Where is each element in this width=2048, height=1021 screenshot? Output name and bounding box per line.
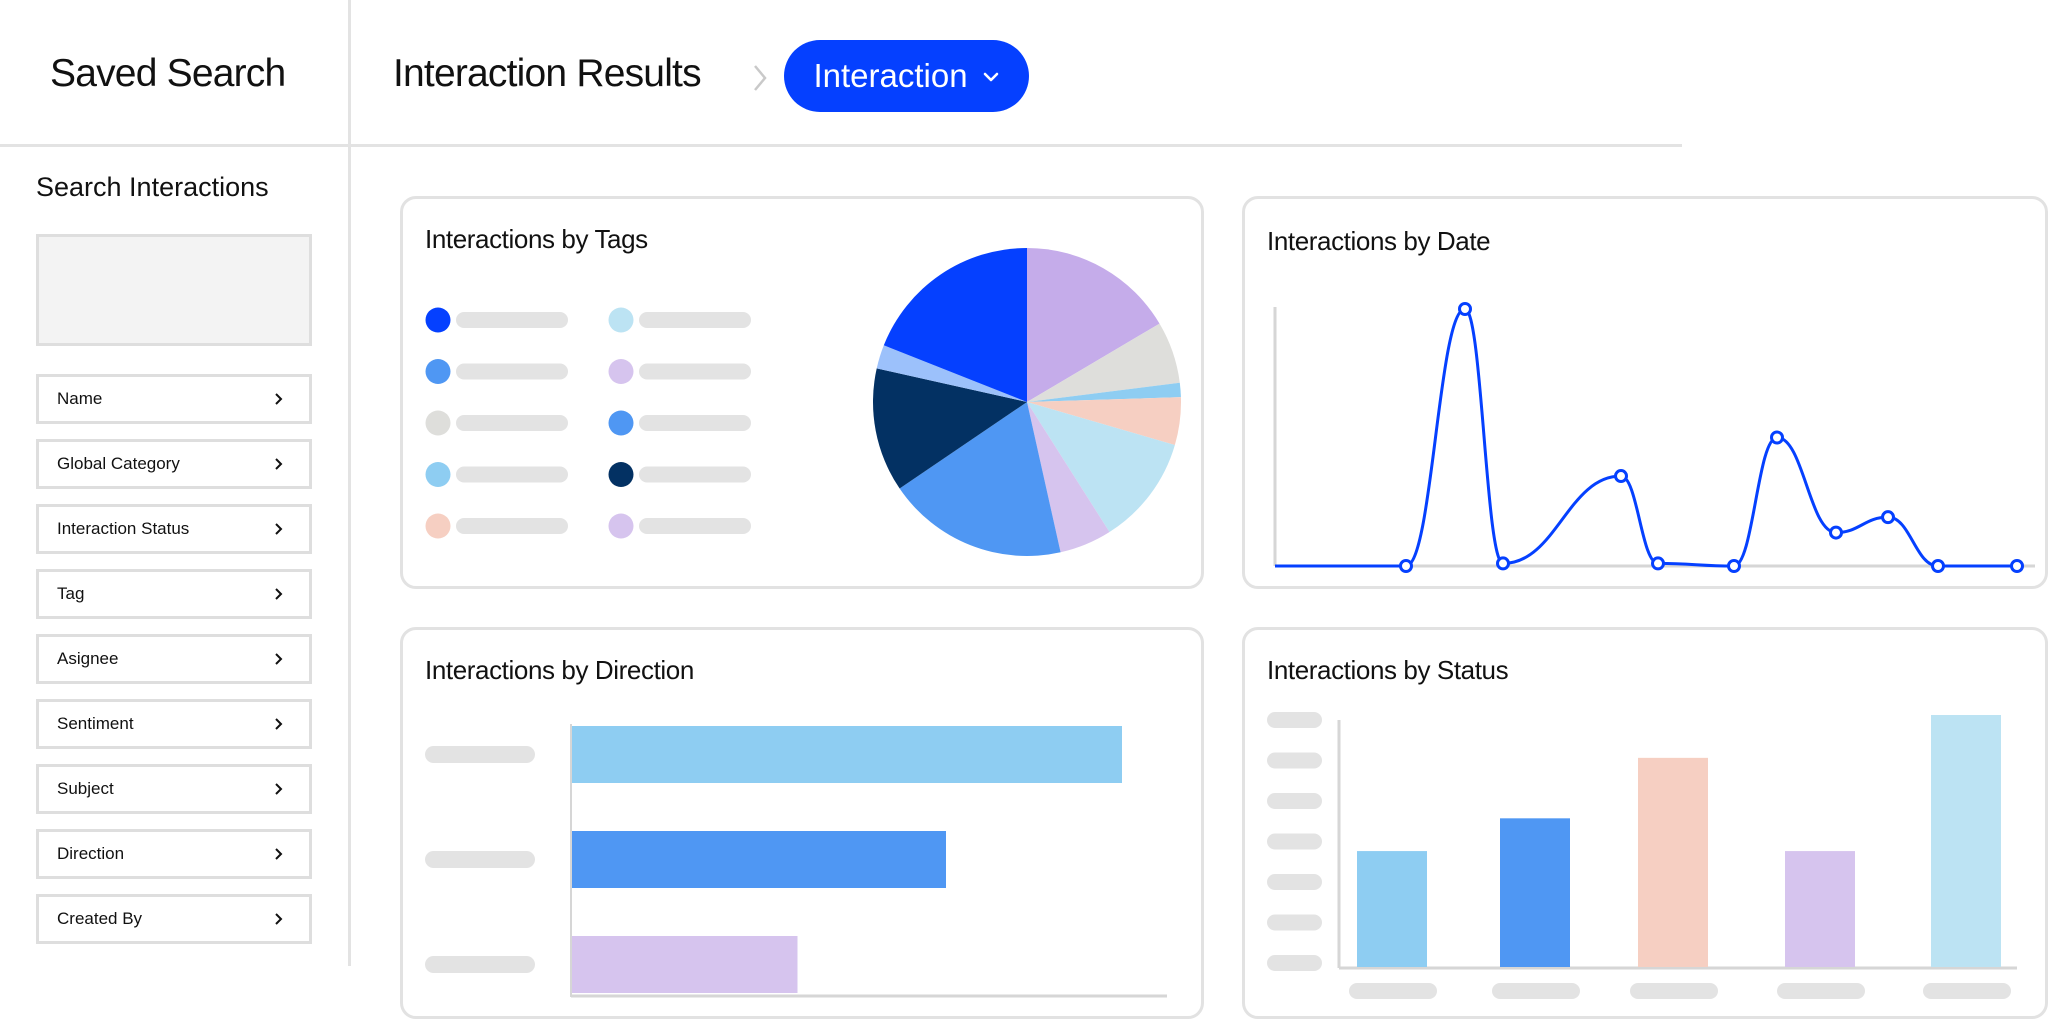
legend-swatch <box>425 462 451 487</box>
data-point <box>1881 510 1895 525</box>
search-input[interactable] <box>36 234 312 346</box>
filter-label: Sentiment <box>57 714 134 733</box>
bar <box>572 936 798 993</box>
chevron-right-icon <box>275 783 283 795</box>
category-label-placeholder <box>425 746 535 763</box>
legend-swatch <box>608 410 634 436</box>
data-point <box>1458 302 1472 316</box>
sidebar-title: Search Interactions <box>36 172 269 202</box>
category-label-placeholder <box>1777 983 1865 999</box>
data-point <box>1727 559 1741 573</box>
chevron-right-icon <box>275 848 283 860</box>
data-point <box>1496 556 1510 571</box>
chevron-right-icon <box>275 913 283 925</box>
category-label-placeholder <box>425 851 535 868</box>
chevron-right-icon <box>275 653 283 665</box>
legend-swatch <box>425 410 451 436</box>
status-chart-card: Interactions by Status <box>1242 627 2048 1019</box>
data-point <box>2010 559 2024 573</box>
chevron-right-icon <box>275 718 283 730</box>
filter-asignee[interactable]: Asignee <box>36 634 312 684</box>
dropdown-label: Interaction <box>813 57 968 94</box>
chevron-right-icon <box>275 523 283 535</box>
legend-label-placeholder <box>639 466 751 483</box>
filter-label: Interaction Status <box>57 519 190 538</box>
filter-tag[interactable]: Tag <box>36 569 312 619</box>
legend-swatch <box>608 462 634 487</box>
category-label-placeholder <box>1630 983 1718 999</box>
legend-label-placeholder <box>639 518 751 534</box>
filter-direction[interactable]: Direction <box>36 829 312 879</box>
page-title: Interaction Results <box>393 52 702 95</box>
data-point <box>1829 525 1843 540</box>
bar <box>1785 851 1855 967</box>
series-line <box>1275 307 2017 568</box>
legend-swatch <box>608 307 634 333</box>
filter-global-category[interactable]: Global Category <box>36 439 312 489</box>
filter-label: Direction <box>57 844 125 863</box>
tick-label-placeholder <box>1267 752 1322 769</box>
legend-swatch <box>425 513 451 539</box>
legend-swatch <box>425 307 451 333</box>
chevron-right-icon <box>275 588 283 600</box>
filter-label: Name <box>57 389 103 408</box>
status-bar-chart <box>1267 712 2017 999</box>
filter-created-by[interactable]: Created By <box>36 894 312 944</box>
direction-bar-chart <box>425 724 1167 998</box>
filter-subject[interactable]: Subject <box>36 764 312 814</box>
filter-sentiment[interactable]: Sentiment <box>36 699 312 749</box>
legend-label-placeholder <box>456 363 568 380</box>
legend-swatch <box>608 359 634 384</box>
tick-label-placeholder <box>1267 914 1322 931</box>
tick-label-placeholder <box>1267 955 1322 971</box>
legend-label-placeholder <box>639 363 751 380</box>
filter-label: Created By <box>57 909 143 928</box>
legend-label-placeholder <box>456 312 568 328</box>
legend-label-placeholder <box>639 312 751 328</box>
direction-chart-card: Interactions by Direction <box>400 627 1204 1019</box>
legend-label-placeholder <box>456 415 568 431</box>
data-point <box>1651 556 1665 571</box>
filter-label: Asignee <box>57 649 119 668</box>
filter-interaction-status[interactable]: Interaction Status <box>36 504 312 554</box>
chevron-right-icon <box>275 458 283 470</box>
chevron-right-icon <box>754 65 767 91</box>
tick-label-placeholder <box>1267 874 1322 890</box>
bar <box>1638 757 1708 967</box>
category-label-placeholder <box>1349 983 1437 999</box>
data-point <box>1399 559 1413 573</box>
tags-pie-chart <box>425 247 1181 556</box>
category-label-placeholder <box>1492 983 1580 999</box>
tick-label-placeholder <box>1267 833 1322 850</box>
chevron-down-icon <box>983 72 998 82</box>
filter-label: Subject <box>57 779 114 798</box>
tags-chart-card: Interactions by Tags <box>400 196 1204 589</box>
app-title: Saved Search <box>50 52 286 95</box>
date-line-chart <box>1273 302 2035 573</box>
data-point <box>1770 430 1784 445</box>
date-chart-card: Interactions by Date <box>1242 196 2048 589</box>
tick-label-placeholder <box>1267 712 1322 728</box>
bar <box>572 726 1122 783</box>
tick-label-placeholder <box>1267 793 1322 809</box>
category-label-placeholder <box>425 956 535 973</box>
legend-swatch <box>608 513 634 539</box>
filter-label: Global Category <box>57 454 180 473</box>
filter-label: Tag <box>57 584 85 603</box>
chevron-right-icon <box>275 393 283 405</box>
legend-swatch <box>425 359 451 384</box>
legend-label-placeholder <box>639 415 751 431</box>
legend-label-placeholder <box>456 518 568 534</box>
bar <box>1357 851 1427 967</box>
category-label-placeholder <box>1923 983 2011 999</box>
filter-name[interactable]: Name <box>36 374 312 424</box>
data-point <box>1931 559 1945 573</box>
bar <box>1500 818 1570 967</box>
interaction-type-dropdown[interactable]: Interaction <box>784 40 1029 112</box>
bar <box>572 831 946 888</box>
legend-label-placeholder <box>456 466 568 483</box>
bar <box>1931 715 2001 967</box>
header-divider <box>0 144 1682 147</box>
data-point <box>1614 469 1628 484</box>
